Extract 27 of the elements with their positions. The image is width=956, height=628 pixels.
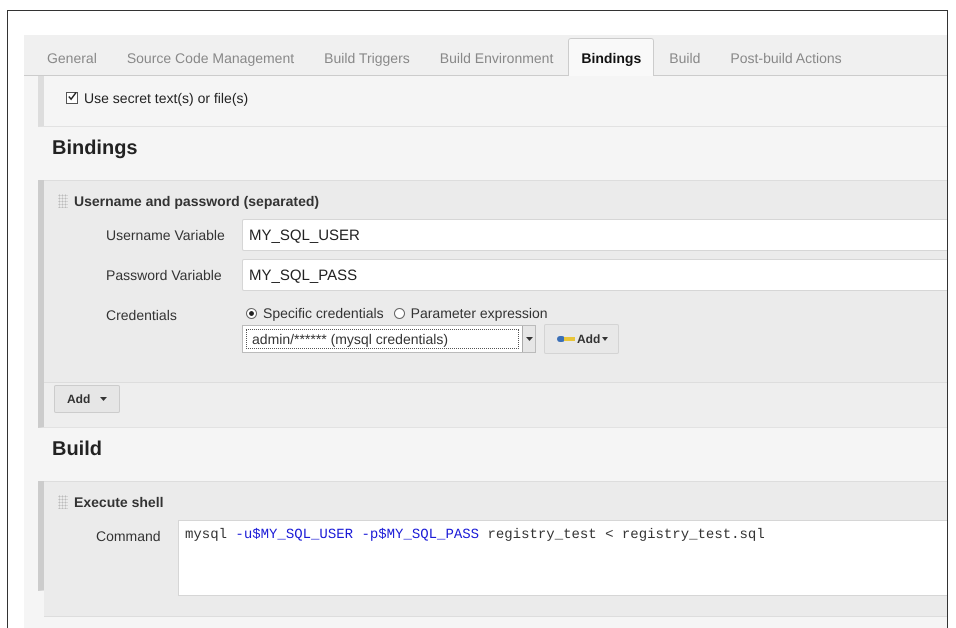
field-label: Credentials bbox=[105, 306, 178, 323]
caret-icon bbox=[100, 397, 108, 401]
card-title: Execute shell bbox=[74, 494, 164, 510]
field-label: Password Variable bbox=[105, 267, 223, 283]
radio-label: Specific credentials bbox=[263, 305, 384, 321]
section-heading: Bindings bbox=[51, 136, 139, 161]
add-button[interactable]: Add bbox=[54, 385, 120, 413]
field-label: Command bbox=[95, 527, 162, 544]
credentials-dropdown[interactable]: admin/****** (mysql credentials) bbox=[242, 325, 536, 353]
caret-icon bbox=[602, 337, 608, 341]
section-heading: Build bbox=[51, 437, 103, 462]
checkbox-label: Use secret text(s) or file(s) bbox=[84, 90, 248, 106]
drag-handle-icon[interactable] bbox=[58, 194, 68, 208]
radio-button[interactable] bbox=[394, 308, 405, 318]
field-label: Username Variable bbox=[105, 227, 226, 243]
drag-handle-icon[interactable] bbox=[58, 495, 68, 509]
key-icon bbox=[557, 335, 575, 343]
input-field[interactable]: MY_SQL_USER bbox=[242, 219, 947, 251]
command-textarea[interactable]: mysql -u$MY_SQL_USER -p$MY_SQL_PASS registry_test < registry_test.sql bbox=[178, 520, 947, 596]
card-title: Username and password (separated) bbox=[74, 193, 320, 209]
tab[interactable]: Bindings bbox=[568, 38, 654, 76]
add-button[interactable]: Add bbox=[544, 324, 620, 354]
input-field[interactable]: MY_SQL_PASS bbox=[242, 259, 947, 291]
radio-button[interactable] bbox=[246, 308, 257, 318]
checkbox[interactable] bbox=[66, 92, 78, 104]
radio-label: Parameter expression bbox=[410, 305, 548, 321]
caret-icon bbox=[526, 337, 532, 341]
